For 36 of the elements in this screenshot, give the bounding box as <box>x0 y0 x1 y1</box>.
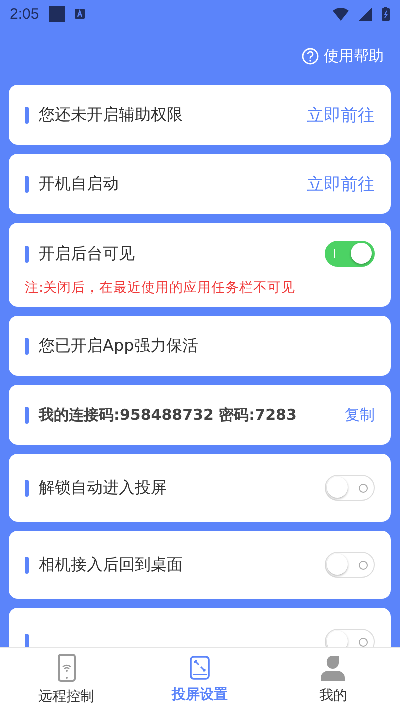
warning-note: 注:关闭后，在最近使用的应用任务栏不可见 <box>25 279 297 297</box>
toggle-switch[interactable] <box>325 475 375 501</box>
go-link[interactable]: 立即前往 <box>307 172 375 196</box>
accent-bar <box>25 338 29 354</box>
nav-tab[interactable]: 投屏设置 <box>133 648 267 712</box>
signal-icon <box>359 8 372 20</box>
notification-icon <box>75 9 86 19</box>
phone-icon <box>58 654 76 682</box>
card-label: 开启后台可见 <box>39 244 136 264</box>
card-label: 我的连接码:958488732 密码:7283 <box>39 406 298 424</box>
nav-tab[interactable]: 我的 <box>266 648 400 712</box>
nav-tab[interactable]: 远程控制 <box>0 648 134 712</box>
screen-icon <box>190 656 210 680</box>
card-label: 相机接入后回到桌面 <box>39 554 184 576</box>
card-label: 您还未开启辅助权限 <box>39 104 184 126</box>
help-button[interactable]: 使用帮助 <box>296 46 390 66</box>
person-icon <box>321 655 346 681</box>
accent-bar <box>25 176 29 192</box>
go-link[interactable]: 立即前往 <box>307 104 375 126</box>
accent-bar <box>25 246 29 262</box>
accent-bar <box>25 106 29 124</box>
accent-bar <box>25 634 29 647</box>
copy-link[interactable]: 复制 <box>345 406 375 424</box>
status-time: 2:05 <box>10 6 40 22</box>
toggle-switch[interactable] <box>325 552 375 578</box>
card-label: 您已开启App强力保活 <box>39 336 200 356</box>
wifi-icon <box>333 8 349 20</box>
battery-icon <box>382 7 390 21</box>
card-label: 解锁自动进入投屏 <box>39 478 168 498</box>
help-icon <box>302 48 319 64</box>
accent-bar <box>25 480 29 496</box>
accent-bar <box>25 556 29 574</box>
notification-icon <box>49 6 66 22</box>
toggle-switch[interactable] <box>325 241 375 267</box>
accent-bar <box>25 406 29 424</box>
card-label: 开机自启动 <box>39 174 120 194</box>
